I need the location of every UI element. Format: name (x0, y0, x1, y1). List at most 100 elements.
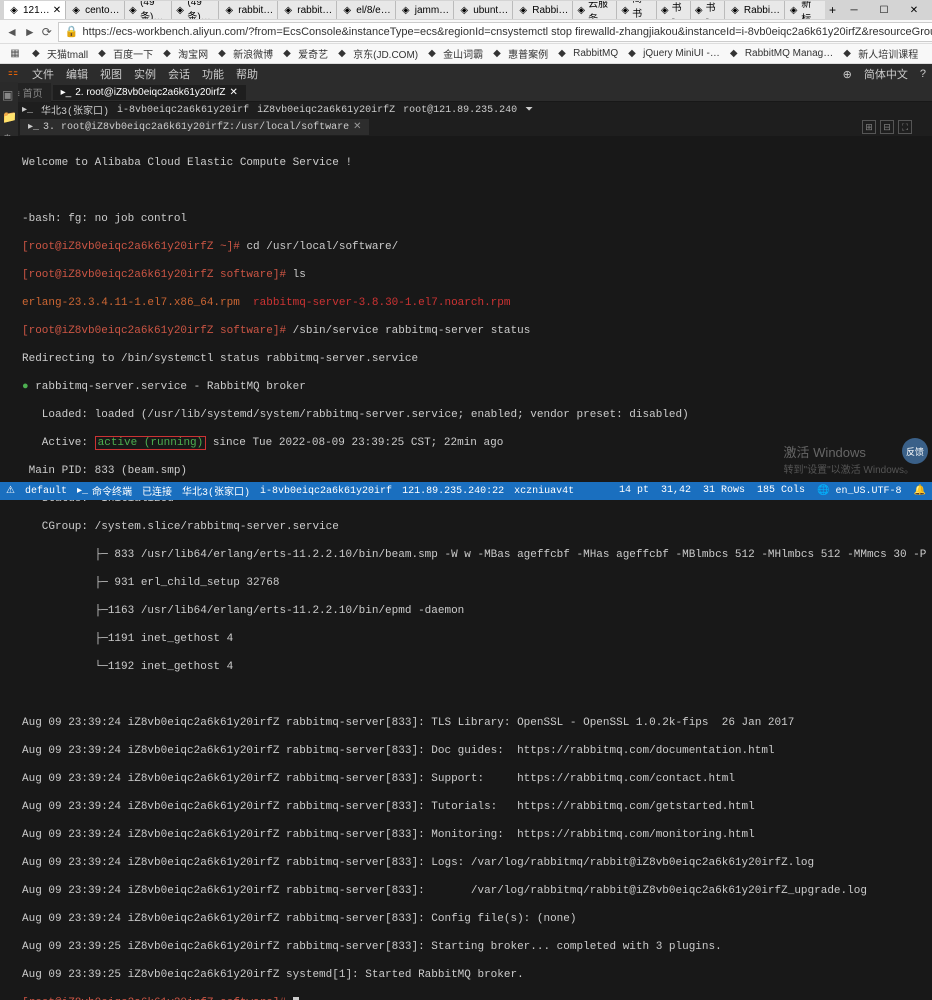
maximize-icon[interactable]: ⛶ (898, 120, 912, 134)
menu-item[interactable]: 帮助 (236, 66, 258, 82)
menu-item[interactable]: 文件 (32, 66, 54, 82)
bookmark-bar: ▦ ◆天猫tmall ◆百度一下 ◆淘宝网 ◆新浪微博 ◆爱奇艺 ◆京东(JD.COM) ◆… (0, 44, 932, 64)
bookmark-item[interactable]: ◆jQuery MiniUI -… (628, 46, 720, 61)
menu-item[interactable]: 编辑 (66, 66, 88, 82)
terminal-icon: ▸_ (77, 485, 88, 497)
favicon-icon: ◈ (789, 4, 798, 16)
close-icon[interactable]: ✕ (229, 87, 237, 98)
rail-terminal-icon[interactable]: ▣ (2, 88, 16, 102)
windows-activation-watermark: 激活 Windows 转到"设置"以激活 Windows。 (784, 442, 914, 476)
feedback-button[interactable]: 反馈 (902, 438, 928, 464)
menu-item[interactable]: 会话 (168, 66, 190, 82)
browser-tab[interactable]: ◈ubunt… (454, 1, 513, 19)
browser-tab[interactable]: ◈简书 - … (691, 1, 725, 19)
favicon-icon: ◆ (218, 48, 230, 60)
session-tab[interactable]: ▸_ 2. root@iZ8vb0eiqc2a6k61y20irfZ ✕ (53, 85, 246, 100)
browser-tab[interactable]: ◈简书_… (617, 1, 657, 19)
browser-chrome: ◈121…✕◈cento…◈(49条)…◈(49条)…◈rabbit…◈rabb… (0, 0, 932, 64)
sb-warning-icon[interactable]: ⚠ (6, 485, 15, 497)
browser-tab[interactable]: ◈cento… (66, 1, 124, 19)
menu-item[interactable]: 功能 (202, 66, 224, 82)
url-bar[interactable]: 🔒 https://ecs-workbench.aliyun.com/?from… (58, 22, 932, 42)
browser-tab[interactable]: ◈Rabbi… (513, 1, 573, 19)
rail-files-icon[interactable]: 📁 (2, 110, 16, 124)
browser-tab[interactable]: ◈jamm… (396, 1, 454, 19)
bookmark-item[interactable]: ◆天猫tmall (32, 46, 88, 61)
menu-item[interactable]: 实例 (134, 66, 156, 82)
split-horizontal-icon[interactable]: ⊞ (862, 120, 876, 134)
sb-instance: i-8vb0eiqc2a6k61y20irf (260, 486, 392, 497)
bookmark-item[interactable]: ◆新浪微博 (218, 46, 273, 61)
bookmark-item[interactable]: ◆RabbitMQ Manag… (730, 46, 833, 61)
favicon-icon: ◆ (428, 48, 440, 60)
breadcrumb-host[interactable]: iZ8vb0eiqc2a6k61y20irfZ (257, 105, 395, 116)
browser-nav-bar: ◄ ► ⟳ 🔒 https://ecs-workbench.aliyun.com… (0, 20, 932, 44)
browser-tab[interactable]: ◈云服务… (573, 1, 617, 19)
nav-back[interactable]: ◄ (6, 23, 18, 41)
favicon-icon: ◈ (400, 4, 412, 16)
breadcrumb: ▸_ 华北3(张家口) i-8vb0eiqc2a6k61y20irf iZ8vb… (0, 102, 932, 118)
globe-icon: 🌐 (817, 486, 829, 497)
browser-tab[interactable]: ◈121…✕ (4, 1, 66, 19)
aliyun-logo-icon (6, 67, 20, 81)
bookmark-item[interactable]: ◆新人培训课程 (843, 46, 918, 61)
browser-tab[interactable]: ◈el/8/e… (337, 1, 395, 19)
terminal-output[interactable]: Welcome to Alibaba Cloud Elastic Compute… (0, 136, 932, 1000)
nav-reload[interactable]: ⟳ (42, 23, 52, 41)
help-icon[interactable]: ? (920, 68, 926, 80)
window-minimize[interactable]: ─ (840, 1, 868, 19)
favicon-icon: ◈ (341, 4, 353, 16)
browser-tab[interactable]: ◈rabbit… (219, 1, 278, 19)
favicon-icon: ◆ (493, 48, 505, 60)
sb-rows: 31 Rows (703, 485, 745, 497)
favicon-icon: ◆ (730, 48, 742, 60)
sb-default: default (25, 486, 67, 497)
favicon-icon: ◆ (32, 48, 44, 60)
browser-tab[interactable]: ◈(49条)… (125, 1, 172, 19)
breadcrumb-region[interactable]: 华北3(张家口) (41, 102, 109, 118)
close-icon[interactable]: ✕ (53, 5, 61, 16)
split-vertical-icon[interactable]: ⊟ (880, 120, 894, 134)
bookmark-item[interactable]: ◆淘宝网 (163, 46, 208, 61)
bookmark-item[interactable]: ◆京东(JD.COM) (338, 46, 418, 61)
breadcrumb-instance[interactable]: i-8vb0eiqc2a6k61y20irf (117, 105, 249, 116)
favicon-icon: ◈ (458, 4, 470, 16)
favicon-icon: ◆ (558, 48, 570, 60)
language-selector[interactable]: 简体中文 (864, 66, 908, 82)
terminal-tab[interactable]: ▸_ 3. root@iZ8vb0eiqc2a6k61y20irfZ:/usr/… (20, 119, 369, 135)
breadcrumb-user[interactable]: root@121.89.235.240 (403, 105, 517, 116)
app-tab-strip: ≡ 首页 ▸_ 2. root@iZ8vb0eiqc2a6k61y20irfZ … (0, 84, 932, 102)
favicon-icon: ◈ (176, 4, 185, 16)
favicon-icon: ◈ (621, 4, 629, 16)
favicon-icon: ◈ (129, 4, 138, 16)
bookmark-item[interactable]: ◆惠普案例 (493, 46, 548, 61)
bookmark-item[interactable]: ◆百度一下 (98, 46, 153, 61)
browser-tab[interactable]: ◈Rabbi… (725, 1, 785, 19)
bell-icon[interactable]: 🔔 (914, 485, 926, 497)
dropdown-icon[interactable]: ⏷ (525, 104, 533, 116)
window-close[interactable]: ✕ (900, 1, 928, 19)
browser-tab[interactable]: ◈rabbit… (278, 1, 337, 19)
app-menubar: 文件编辑视图实例会话功能帮助 ⊕ 简体中文 ? (0, 64, 932, 84)
browser-tab[interactable]: ◈简书 - … (657, 1, 691, 19)
nav-forward[interactable]: ► (24, 23, 36, 41)
menu-item[interactable]: 视图 (100, 66, 122, 82)
browser-tab[interactable]: ◈新标… (785, 1, 825, 19)
window-maximize[interactable]: ☐ (870, 1, 898, 19)
sb-ip: 121.89.235.240:22 (402, 486, 504, 497)
terminal-line: Welcome to Alibaba Cloud Elastic Compute… (22, 156, 926, 170)
grid-icon[interactable]: ▦ (6, 45, 24, 63)
sb-fontsize[interactable]: 14 pt (619, 485, 649, 497)
close-icon[interactable]: ✕ (353, 121, 361, 133)
sb-cursor: 31,42 (661, 485, 691, 497)
lock-icon: 🔒 (65, 25, 79, 38)
bookmark-item[interactable]: ◆爱奇艺 (283, 46, 328, 61)
url-text: https://ecs-workbench.aliyun.com/?from=E… (83, 26, 932, 38)
sync-icon[interactable]: ⊕ (843, 68, 852, 81)
bookmark-item[interactable]: ◆RabbitMQ (558, 46, 618, 61)
browser-tab[interactable]: ◈(49条)… (172, 1, 219, 19)
favicon-icon: ◈ (729, 4, 741, 16)
favicon-icon: ◈ (695, 4, 703, 16)
tab-overflow[interactable]: + (825, 3, 840, 17)
bookmark-item[interactable]: ◆金山词霸 (428, 46, 483, 61)
